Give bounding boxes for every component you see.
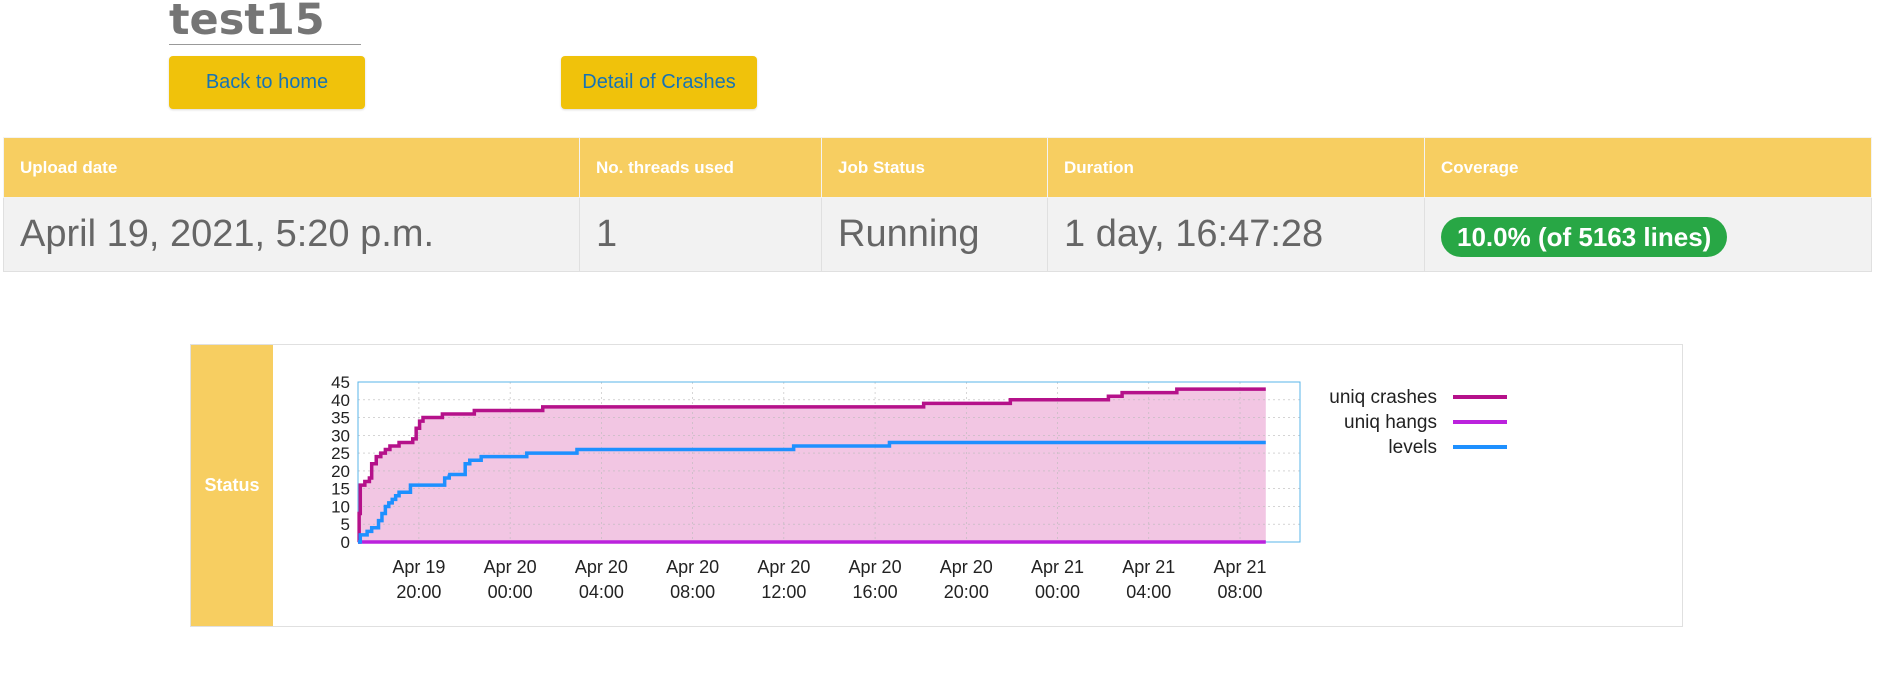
y-tick-label: 45 — [331, 373, 350, 392]
status-chart: 454035302520151050 Apr 19 20:00 Apr 20 00:00… — [331, 373, 1507, 602]
x-tick-label: 00:00 — [488, 582, 533, 602]
header-duration: Duration — [1047, 137, 1425, 198]
legend-label: uniq hangs — [1344, 412, 1437, 433]
x-tick-label: Apr 20 — [484, 557, 537, 577]
legend-label: levels — [1388, 437, 1437, 458]
table-row: April 19, 2021, 5:20 p.m. 1 Running 1 da… — [3, 197, 1872, 272]
y-tick-label: 40 — [331, 391, 350, 410]
page-title: test15 — [169, 0, 325, 45]
x-tick-label: Apr 20 — [940, 557, 993, 577]
x-tick-label: 16:00 — [853, 582, 898, 602]
coverage-cell: 10.0% (of 5163 lines) — [1424, 197, 1872, 272]
y-tick-label: 35 — [331, 409, 350, 428]
duration-value: 1 day, 16:47:28 — [1047, 197, 1425, 272]
status-label: Status — [191, 345, 273, 626]
x-tick-label: 04:00 — [1126, 582, 1171, 602]
x-tick-label: Apr 21 — [1213, 557, 1266, 577]
x-tick-label: Apr 19 — [392, 557, 445, 577]
x-tick-label: Apr 21 — [1122, 557, 1175, 577]
status-panel: Status 45 40 35 30 25 20 15 10 5 0 Apr 19 20:00 Apr … — [190, 344, 1683, 627]
x-tick-label: 00:00 — [1035, 582, 1080, 602]
y-tick-label: 15 — [331, 480, 350, 499]
x-tick-label: 08:00 — [670, 582, 715, 602]
x-tick-label: Apr 21 — [1031, 557, 1084, 577]
y-tick-label: 10 — [331, 497, 350, 516]
table-header-row: Upload date No. threads used Job Status … — [3, 137, 1872, 198]
header-job-status: Job Status — [821, 137, 1048, 198]
y-tick-label: 30 — [331, 426, 350, 445]
threads-value: 1 — [579, 197, 822, 272]
x-tick-label: Apr 20 — [849, 557, 902, 577]
coverage-badge: 10.0% (of 5163 lines) — [1441, 216, 1728, 257]
x-tick-label: Apr 20 — [666, 557, 719, 577]
header-coverage: Coverage — [1424, 137, 1872, 198]
header-upload-date: Upload date — [3, 137, 580, 198]
header-threads: No. threads used — [579, 137, 822, 198]
job-info-table: Upload date No. threads used Job Status … — [3, 137, 1872, 272]
x-tick-label: 12:00 — [761, 582, 806, 602]
y-tick-label: 5 — [341, 515, 350, 534]
x-tick-label: 20:00 — [944, 582, 989, 602]
x-tick-label: 08:00 — [1217, 582, 1262, 602]
job-status-value: Running — [821, 197, 1048, 272]
back-to-home-button[interactable]: Back to home — [169, 56, 365, 109]
detail-of-crashes-button[interactable]: Detail of Crashes — [561, 56, 757, 109]
y-tick-label: 25 — [331, 444, 350, 463]
x-tick-label: Apr 20 — [575, 557, 628, 577]
x-tick-label: Apr 20 — [757, 557, 810, 577]
y-tick-label: 0 — [341, 533, 350, 552]
y-tick-label: 20 — [331, 462, 350, 481]
x-tick-label: 20:00 — [396, 582, 441, 602]
upload-date-value: April 19, 2021, 5:20 p.m. — [3, 197, 580, 272]
legend-label: uniq crashes — [1329, 387, 1437, 408]
title-underline — [169, 44, 361, 45]
x-tick-label: 04:00 — [579, 582, 624, 602]
